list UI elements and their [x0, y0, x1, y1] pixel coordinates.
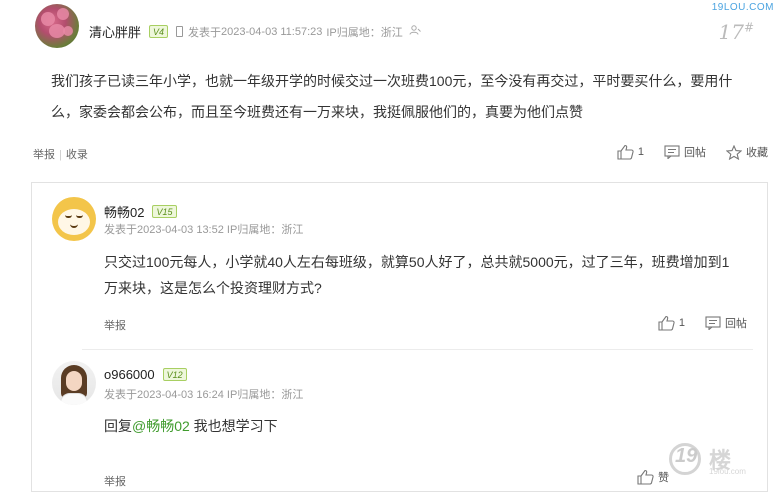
reply-meta: 发表于2023-04-03 13:52 IP归属地：浙江 [104, 224, 304, 236]
reply-divider [82, 349, 753, 350]
reply-thread: 畅畅02 V 15 发表于2023-04-03 13:52 IP归属地：浙江 只交… [31, 182, 768, 492]
report-link[interactable]: 举报 [104, 473, 126, 489]
mobile-icon [176, 26, 184, 37]
mention-link[interactable]: @畅畅02 [132, 418, 190, 434]
thumbs-up-icon [637, 469, 654, 485]
reply-item: o966000 V 12 发表于2023-04-03 16:24 IP归属地：浙江… [32, 351, 767, 491]
thumbs-up-icon [658, 315, 675, 331]
like-label: 赞 [658, 472, 669, 484]
username[interactable]: 清心胖胖 [89, 22, 141, 41]
username[interactable]: 畅畅02 [104, 202, 144, 221]
thumbs-up-icon [617, 144, 634, 160]
reply-button[interactable]: 回帖 [664, 144, 706, 160]
report-link[interactable]: 举报 [104, 317, 126, 333]
reply-meta: 发表于2023-04-03 16:24 IP归属地：浙江 [104, 389, 304, 401]
username[interactable]: o966000 [104, 367, 155, 382]
like-count: 1 [678, 317, 685, 329]
avatar[interactable] [52, 361, 96, 405]
reply-actions: 赞 [617, 469, 669, 485]
reply-label: 回帖 [725, 318, 747, 330]
favorite-link[interactable]: 收录 [66, 149, 88, 161]
reply-username-row: o966000 V 12 [104, 367, 187, 382]
ip-location: IP归属地：浙江 [326, 26, 403, 39]
reply-item: 畅畅02 V 15 发表于2023-04-03 13:52 IP归属地：浙江 只交… [32, 183, 767, 343]
reply-button[interactable]: 回帖 [705, 315, 747, 331]
reply-label: 回帖 [684, 147, 706, 159]
like-button[interactable]: 1 [617, 144, 644, 160]
floor-number: 17# [718, 20, 754, 44]
reply-actions: 1 回帖 [638, 315, 747, 331]
like-button[interactable]: 赞 [637, 469, 669, 485]
star-icon [726, 144, 742, 160]
author-only-icon[interactable] [409, 25, 421, 38]
post-body: 我们孩子已读三年小学，也就一年级开学的时候交过一次班费100元，至今没有再交过，… [51, 73, 733, 120]
reply-body: 回复@畅畅02 我也想学习下 [104, 418, 278, 434]
like-button[interactable]: 1 [658, 315, 685, 331]
reply-username-row: 畅畅02 V 15 [104, 202, 177, 221]
collect-button[interactable]: 收藏 [726, 144, 768, 160]
avatar[interactable] [52, 197, 96, 241]
post-timestamp: 2023-04-03 11:57:23 [221, 25, 323, 38]
like-count: 1 [637, 146, 644, 158]
site-logo-watermark: 19 楼 19lou.com [669, 441, 755, 477]
avatar[interactable] [35, 4, 79, 48]
comment-icon [705, 316, 721, 330]
post-actions: 1 回帖 收藏 [597, 144, 768, 160]
post-meta-prefix: 发表于 [188, 26, 222, 39]
comment-icon [664, 145, 680, 159]
level-badge: V4 [149, 25, 169, 38]
post-header: 清心胖胖 V4 发表于 2023-04-03 11:57:23 IP归属地：浙江 [89, 22, 421, 41]
report-link[interactable]: 举报 [33, 149, 55, 161]
post-admin-actions: 举报 | 收录 [33, 149, 88, 161]
collect-label: 收藏 [746, 147, 768, 159]
level-badge: V 15 [152, 205, 177, 218]
reply-body: 只交过100元每人，小学就40人左右每班级，就算50人好了，总共就5000元，过… [104, 254, 730, 296]
level-badge: V 12 [162, 368, 187, 381]
main-post: 清心胖胖 V4 发表于 2023-04-03 11:57:23 IP归属地：浙江… [0, 0, 780, 172]
